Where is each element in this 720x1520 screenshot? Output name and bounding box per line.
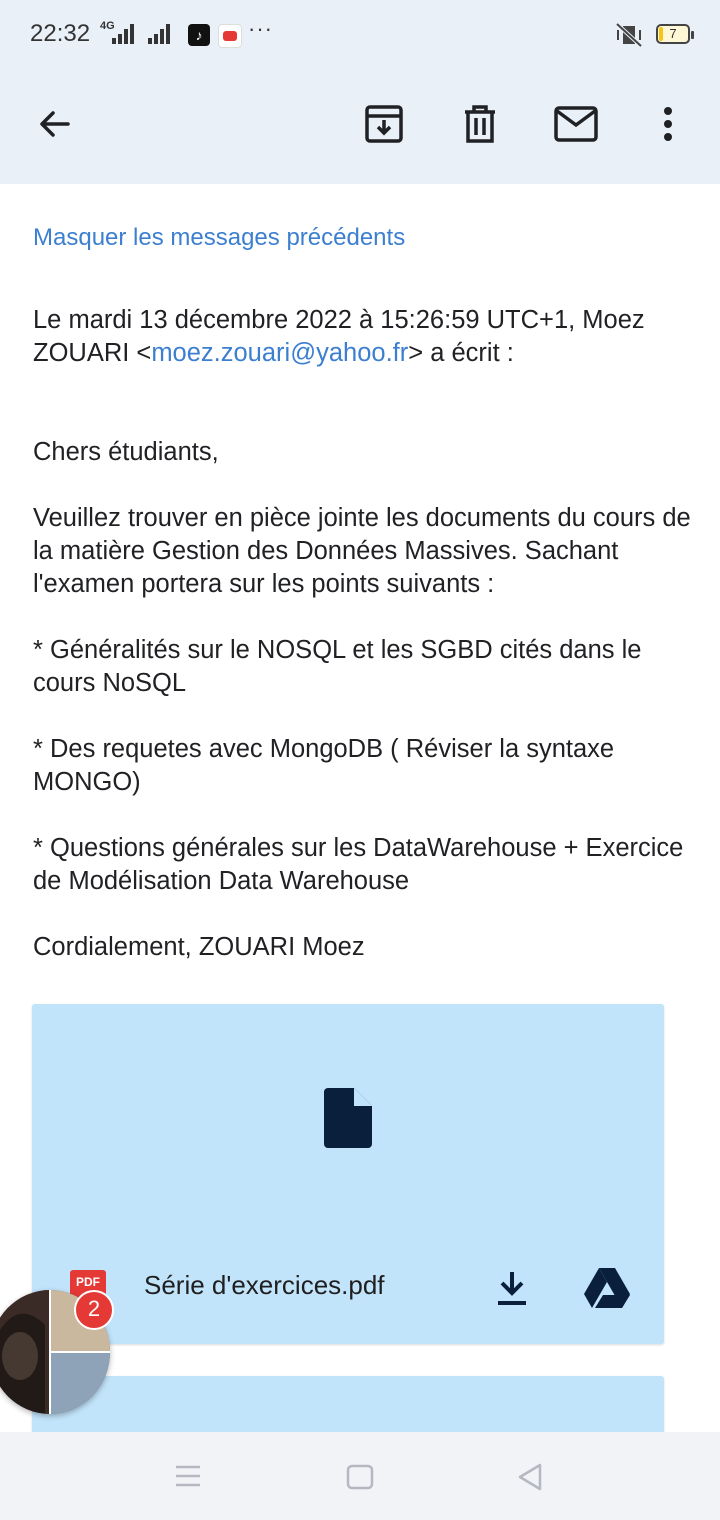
status-bar: 22:32 4G ♪ ··· 7: [0, 0, 720, 70]
signal-icon: [148, 22, 174, 44]
tiktok-icon: ♪: [188, 24, 210, 46]
attachment-file-name: Série d'exercices.pdf: [144, 1270, 385, 1300]
attachment-card[interactable]: PDF Série d'exercices.pdf: [32, 1004, 664, 1344]
attachment-card[interactable]: [32, 1376, 664, 1432]
vibrate-off-icon: [614, 22, 644, 53]
sender-email-link[interactable]: moez.zouari@yahoo.fr: [151, 339, 408, 367]
paragraph-intro: Veuillez trouver en pièce jointe les doc…: [33, 504, 691, 598]
exam-point-2: * Des requetes avec MongoDB ( Réviser la…: [33, 735, 615, 796]
exam-point-1: * Généralités sur le NOSQL et les SGBD c…: [33, 636, 642, 697]
more-vert-icon: [664, 107, 672, 141]
google-drive-icon[interactable]: [584, 1268, 630, 1308]
more-options-button[interactable]: [640, 96, 696, 152]
file-icon: [324, 1088, 372, 1148]
home-icon[interactable]: [346, 1464, 374, 1490]
more-icon: ···: [248, 16, 273, 41]
download-icon[interactable]: [496, 1270, 528, 1306]
mark-unread-button[interactable]: [548, 96, 604, 152]
quote-header: Le mardi 13 décembre 2022 à 15:26:59 UTC…: [33, 304, 693, 370]
mark-unread-icon: [554, 106, 598, 142]
back-button[interactable]: [26, 96, 82, 152]
delete-button[interactable]: [452, 96, 508, 152]
greeting: Chers étudiants,: [33, 438, 219, 466]
signal-icon: [112, 22, 138, 44]
signature: Cordialement, ZOUARI Moez: [33, 933, 365, 961]
archive-button[interactable]: [356, 96, 412, 152]
archive-icon: [365, 105, 403, 143]
menu-icon[interactable]: [174, 1464, 202, 1488]
youtube-icon: [218, 24, 242, 48]
delete-icon: [465, 105, 495, 143]
quote-header-suffix: > a écrit :: [408, 339, 514, 367]
exam-point-3: * Questions générales sur les DataWareho…: [33, 834, 684, 895]
battery-icon: 7: [656, 24, 694, 44]
status-time: 22:32: [30, 20, 91, 47]
email-body: Masquer les messages précédents Le mardi…: [0, 184, 720, 1432]
back-arrow-icon: [40, 111, 70, 137]
email-toolbar: [0, 70, 720, 184]
back-icon[interactable]: [516, 1462, 544, 1492]
hide-previous-messages-link[interactable]: Masquer les messages précédents: [33, 224, 405, 252]
notification-count-badge: 2: [74, 1290, 114, 1330]
system-nav-bar: [0, 1432, 720, 1520]
battery-level: 7: [669, 26, 677, 41]
